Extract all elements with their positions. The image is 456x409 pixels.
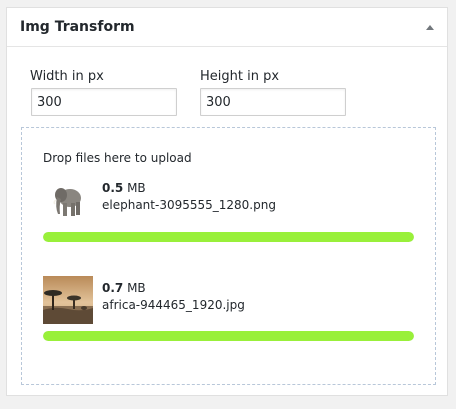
upload-progress-fill: [43, 331, 414, 341]
file-size: 0.7 MB: [102, 281, 146, 295]
collapse-toggle-button[interactable]: [421, 19, 439, 37]
upload-progress-bar: [43, 331, 414, 341]
panel-title: Img Transform: [20, 19, 135, 35]
file-name: elephant-3095555_1280.png: [102, 198, 276, 212]
panel-header: Img Transform: [7, 8, 447, 47]
width-label: Width in px: [30, 69, 104, 84]
img-transform-panel: Img Transform Width in px Height in px D…: [6, 7, 448, 396]
file-name: africa-944465_1920.jpg: [102, 298, 245, 312]
width-input[interactable]: [31, 88, 177, 116]
height-input[interactable]: [200, 88, 346, 116]
height-label: Height in px: [200, 69, 280, 84]
upload-progress-fill: [43, 232, 414, 242]
upload-progress-bar: [43, 232, 414, 242]
africa-thumbnail: [43, 276, 93, 324]
file-size: 0.5 MB: [102, 181, 146, 195]
triangle-up-icon: [426, 25, 434, 30]
dropzone-text: Drop files here to upload: [43, 151, 192, 165]
elephant-thumbnail: [43, 181, 93, 221]
file-item: 0.7 MB africa-944465_1920.jpg: [43, 276, 415, 341]
file-item: 0.5 MB elephant-3095555_1280.png: [43, 181, 415, 243]
file-dropzone[interactable]: Drop files here to upload 0.5 MB elephan…: [21, 127, 436, 385]
